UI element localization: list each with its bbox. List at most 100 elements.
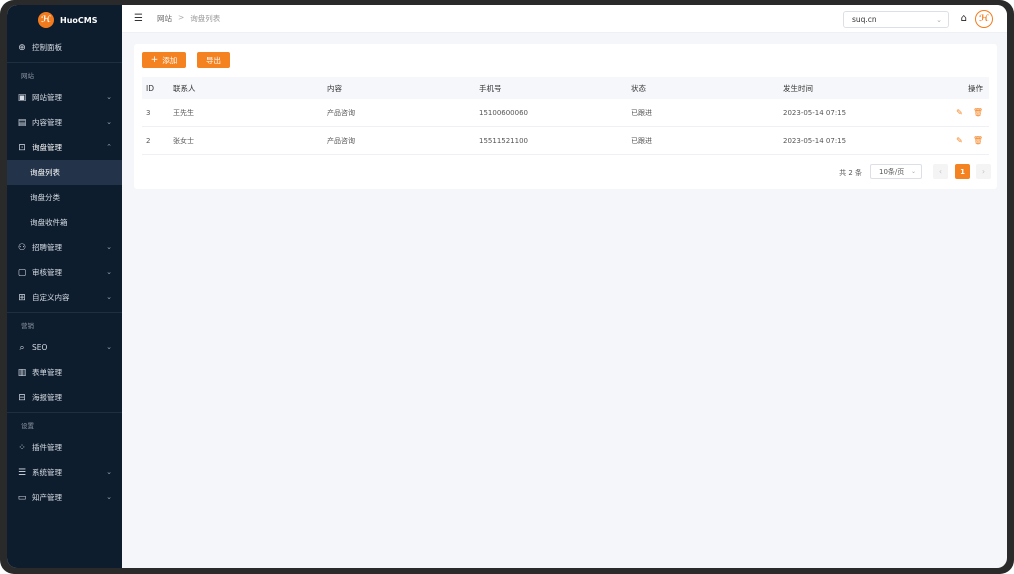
sidebar-item-label: 网站管理 [32, 93, 62, 102]
home-icon[interactable]: ⌂ [961, 13, 967, 24]
site-select-value: suq.cn [852, 15, 877, 24]
site-select[interactable]: suq.cn ⌄ [843, 11, 949, 28]
app-logo-row[interactable]: ℋ HuoCMS [7, 5, 122, 35]
plugin-icon: ⁘ [18, 442, 26, 453]
page-size-value: 10条/页 [879, 167, 905, 176]
edit-icon[interactable]: ✎ [956, 108, 963, 117]
header-id: ID [146, 83, 154, 93]
cell-phone: 15100600060 [479, 108, 528, 117]
review-icon: ▢ [17, 267, 27, 278]
chevron-down-icon: ⌄ [106, 118, 112, 126]
cell-content: 产品咨询 [327, 108, 355, 117]
breadcrumb-item-current: 询盘列表 [190, 14, 221, 23]
inquiry-table: ID 联系人 内容 手机号 状态 发生时间 操作 3 王先生 产品咨询 1510… [142, 77, 989, 155]
sidebar-item-website-mgmt[interactable]: ▣ 网站管理 ⌄ [7, 85, 122, 110]
sidebar-item-inquiry-mgmt[interactable]: ⊡ 询盘管理 ⌃ [7, 135, 122, 160]
avatar[interactable]: ℋ [975, 10, 993, 28]
prev-page-button[interactable]: ‹ [933, 164, 948, 179]
table-header: ID 联系人 内容 手机号 状态 发生时间 操作 [142, 77, 989, 99]
table-row: 3 王先生 产品咨询 15100600060 已跟进 2023-05-14 07… [142, 99, 989, 127]
cell-id: 2 [146, 136, 151, 145]
add-button[interactable]: + 添加 [142, 52, 186, 68]
section-label-settings: 设置 [21, 422, 34, 430]
sidebar-item-system-mgmt[interactable]: ☰ 系统管理 ⌄ [7, 460, 122, 485]
sidebar-item-review-mgmt[interactable]: ▢ 审核管理 ⌄ [7, 260, 122, 285]
cell-content: 产品咨询 [327, 136, 355, 145]
delete-icon[interactable]: 🗑 [973, 136, 983, 145]
page-number-button[interactable]: 1 [955, 164, 970, 179]
sidebar-item-label: 自定义内容 [32, 293, 70, 302]
cell-id: 3 [146, 108, 151, 117]
cell-time: 2023-05-14 07:15 [783, 108, 847, 117]
sidebar: ℋ HuoCMS ⊕ 控制面板 网站 ▣ 网站管理 ⌄ ▤ 内容管理 ⌄ ⊡ 询… [7, 5, 122, 568]
sidebar-item-form-mgmt[interactable]: ▥ 表单管理 [7, 360, 122, 385]
sidebar-item-label: 招聘管理 [32, 243, 62, 252]
breadcrumb-separator: > [178, 13, 185, 22]
form-icon: ▥ [17, 367, 27, 378]
chevron-down-icon: ⌄ [106, 243, 112, 251]
header-time: 发生时间 [783, 83, 813, 93]
sidebar-item-label: 询盘管理 [32, 143, 62, 152]
user-icon: ⚇ [17, 242, 27, 253]
export-button[interactable]: 导出 [197, 52, 230, 68]
header-content: 内容 [327, 83, 342, 93]
chevron-down-icon: ⌄ [936, 15, 942, 24]
sidebar-item-label: 系统管理 [32, 468, 62, 477]
poster-icon: ⊟ [18, 392, 26, 403]
sidebar-item-label: 审核管理 [32, 268, 62, 277]
chevron-up-icon: ⌃ [106, 143, 112, 151]
custom-icon: ⊞ [18, 292, 26, 303]
header-status: 状态 [631, 83, 646, 93]
chevron-down-icon: ⌄ [106, 293, 112, 301]
sidebar-item-recruit-mgmt[interactable]: ⚇ 招聘管理 ⌄ [7, 235, 122, 260]
plus-icon: + [150, 55, 159, 65]
sidebar-item-dashboard[interactable]: ⊕ 控制面板 [7, 35, 122, 60]
breadcrumb-item-website[interactable]: 网站 [157, 13, 172, 24]
folder-icon: ▭ [17, 492, 27, 503]
sidebar-item-seo[interactable]: ⌕ SEO ⌄ [7, 335, 122, 360]
chevron-down-icon: ⌄ [106, 468, 112, 476]
sidebar-subitem-inquiry-inbox[interactable]: 询盘收件箱 [7, 210, 122, 235]
app-name: HuoCMS [60, 15, 98, 25]
search-icon: ⌕ [19, 342, 25, 353]
sliders-icon: ☰ [17, 467, 27, 478]
edit-icon[interactable]: ✎ [956, 136, 963, 145]
sidebar-item-poster-mgmt[interactable]: ⊟ 海报管理 [7, 385, 122, 410]
sidebar-item-content-mgmt[interactable]: ▤ 内容管理 ⌄ [7, 110, 122, 135]
cell-actions: ✎ 🗑 [933, 108, 989, 117]
inquiry-list-card: + 添加 导出 ID 联系人 内容 手机号 状态 发生时间 操作 3 王先生 产… [134, 44, 997, 189]
cell-contact: 张女士 [173, 136, 194, 145]
breadcrumb: 网站 > 询盘列表 [157, 13, 220, 24]
inquiry-icon: ⊡ [18, 142, 26, 153]
sidebar-subitem-inquiry-list[interactable]: 询盘列表 [7, 160, 122, 185]
sidebar-item-plugin-mgmt[interactable]: ⁘ 插件管理 [7, 435, 122, 460]
cell-phone: 15511521100 [479, 136, 528, 145]
chevron-down-icon: ⌄ [106, 93, 112, 101]
next-page-button[interactable]: › [976, 164, 991, 179]
pagination-total: 共 2 条 [839, 169, 862, 177]
dashboard-icon: ⊕ [18, 42, 26, 53]
sidebar-item-label: 海报管理 [32, 393, 62, 402]
chevron-down-icon: ⌄ [106, 343, 112, 351]
page-size-select[interactable]: 10条/页 ⌄ [870, 164, 922, 179]
sidebar-divider [7, 412, 122, 413]
add-button-label: 添加 [162, 55, 178, 65]
sidebar-item-label: 内容管理 [32, 118, 62, 127]
sidebar-item-ip-mgmt[interactable]: ▭ 知产管理 ⌄ [7, 485, 122, 510]
section-label-marketing: 营销 [21, 322, 34, 330]
sidebar-item-label: 知产管理 [32, 493, 62, 502]
delete-icon[interactable]: 🗑 [973, 108, 983, 117]
cell-time: 2023-05-14 07:15 [783, 136, 847, 145]
pagination: 共 2 条 10条/页 ⌄ ‹ 1 › [134, 164, 997, 180]
sidebar-item-custom-content[interactable]: ⊞ 自定义内容 ⌄ [7, 285, 122, 310]
cell-status: 已跟进 [631, 108, 652, 117]
menu-toggle-icon[interactable]: ☰ [134, 13, 144, 24]
chevron-down-icon: ⌄ [910, 168, 916, 175]
cell-actions: ✎ 🗑 [933, 136, 989, 145]
sidebar-divider [7, 312, 122, 313]
app-window: ℋ HuoCMS ⊕ 控制面板 网站 ▣ 网站管理 ⌄ ▤ 内容管理 ⌄ ⊡ 询… [7, 5, 1007, 568]
sidebar-subitem-inquiry-category[interactable]: 询盘分类 [7, 185, 122, 210]
sidebar-item-label: 控制面板 [32, 43, 62, 52]
cell-status: 已跟进 [631, 136, 652, 145]
device-frame: ℋ HuoCMS ⊕ 控制面板 网站 ▣ 网站管理 ⌄ ▤ 内容管理 ⌄ ⊡ 询… [0, 0, 1014, 574]
